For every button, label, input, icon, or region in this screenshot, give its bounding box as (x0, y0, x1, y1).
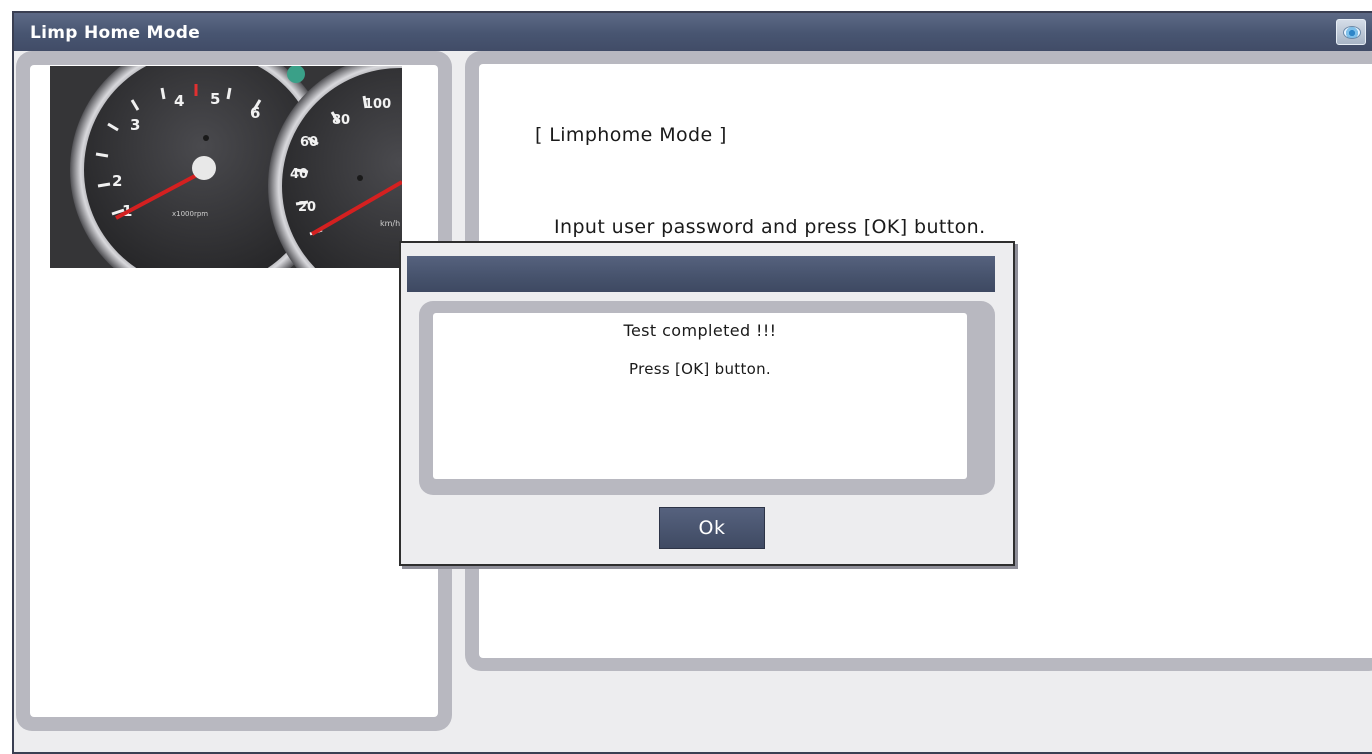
tach-unit-label: x1000rpm (172, 210, 208, 218)
speedo-label-20: 20 (298, 200, 316, 215)
dialog-message-completed: Test completed !!! (623, 321, 777, 340)
tach-label-5: 5 (210, 90, 220, 108)
tach-label-4: 4 (174, 92, 184, 110)
tachometer-hub (192, 156, 216, 180)
speedo-label-60: 60 (300, 135, 318, 150)
speedo-label-100: 100 (364, 97, 391, 112)
dashboard-gauge-image: 1 2 3 4 5 6 x1000rpm 20 40 60 80 100 (50, 66, 402, 268)
speedo-label-80: 80 (332, 113, 350, 128)
dialog-message-frame: Test completed !!! Press [OK] button. (419, 301, 995, 495)
ok-button[interactable]: Ok (659, 507, 765, 549)
dialog-message-press-ok: Press [OK] button. (628, 360, 771, 378)
speedo-unit-label: km/h (380, 219, 400, 228)
speedo-label-40: 40 (290, 167, 308, 182)
password-instruction: Input user password and press [OK] butto… (554, 216, 986, 238)
tach-label-2: 2 (112, 172, 122, 190)
mode-heading: [ Limphome Mode ] (535, 124, 727, 146)
tach-label-3: 3 (130, 116, 140, 134)
window-title: Limp Home Mode (30, 23, 201, 43)
title-bar: Limp Home Mode (14, 13, 1372, 51)
gauge-illustration: 1 2 3 4 5 6 x1000rpm 20 40 60 80 100 (50, 66, 402, 268)
tach-label-6: 6 (250, 104, 260, 122)
test-completed-dialog: Test completed !!! Press [OK] button. Ok (399, 241, 1015, 566)
dialog-title-bar (407, 256, 995, 292)
dialog-message-area: Test completed !!! Press [OK] button. (433, 313, 967, 479)
eye-icon[interactable] (1336, 19, 1366, 45)
